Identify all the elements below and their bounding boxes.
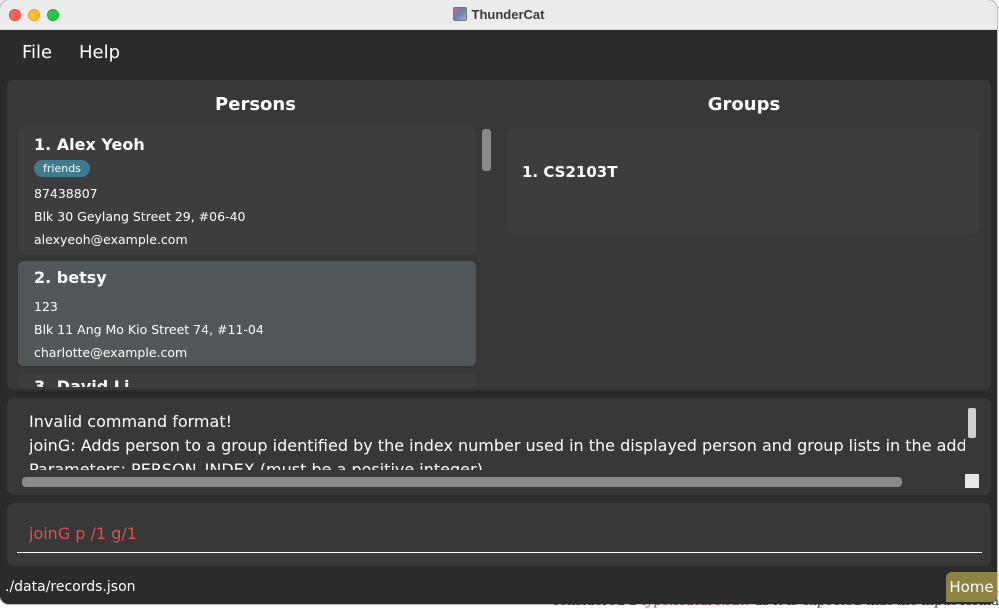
result-line: Parameters: PERSON_INDEX (must be a posi… (29, 460, 483, 470)
menu-file[interactable]: File (22, 42, 52, 63)
person-list[interactable]: 1. Alex Yeoh friends 87438807 Blk 30 Gey… (18, 127, 476, 387)
person-phone: 87438807 (34, 186, 98, 201)
persons-title: Persons (215, 94, 296, 115)
person-name: 3. David Li (34, 377, 130, 387)
result-vertical-scrollbar[interactable] (968, 408, 976, 438)
person-address: Blk 11 Ang Mo Kio Street 74, #11-04 (34, 322, 264, 337)
save-location: ./data/records.json (5, 579, 136, 595)
result-display: Invalid command format! joinG: Adds pers… (7, 398, 991, 495)
home-button[interactable]: Home (946, 572, 997, 602)
result-line: joinG: Adds person to a group identified… (29, 436, 965, 455)
person-name: 2. betsy (34, 268, 107, 287)
app-logo-icon (452, 7, 467, 21)
person-list-scrollbar[interactable] (482, 129, 491, 171)
scroll-corner (965, 474, 979, 488)
person-tag: friends (34, 160, 90, 177)
person-card[interactable]: 3. David Li (18, 373, 476, 387)
person-email: charlotte@example.com (34, 345, 188, 360)
title-bar: ThunderCat (0, 0, 997, 30)
menu-bar: File Help (0, 31, 997, 75)
groups-title: Groups (707, 94, 781, 115)
command-input[interactable] (17, 515, 982, 553)
group-card[interactable]: 1. CS2103T (507, 128, 979, 233)
person-card-selected[interactable]: 2. betsy 123 Blk 11 Ang Mo Kio Street 74… (18, 261, 476, 366)
person-name: 1. Alex Yeoh (34, 135, 145, 154)
command-box (7, 503, 991, 566)
result-horizontal-scrollbar[interactable] (22, 477, 902, 487)
person-card[interactable]: 1. Alex Yeoh friends 87438807 Blk 30 Gey… (18, 127, 476, 254)
app-window: ThunderCat File Help Persons Groups 1. A… (0, 0, 997, 604)
window-title-wrap: ThunderCat (0, 7, 997, 22)
person-phone: 123 (34, 299, 58, 314)
window-title: ThunderCat (471, 7, 545, 22)
person-email: alexyeoh@example.com (34, 232, 188, 247)
result-line: Invalid command format! (29, 412, 233, 431)
result-text: Invalid command format! joinG: Adds pers… (29, 410, 965, 470)
main-panel: Persons Groups 1. Alex Yeoh friends 8743… (7, 80, 991, 390)
menu-help[interactable]: Help (79, 42, 120, 63)
status-bar: ./data/records.json Home (0, 570, 997, 604)
group-name: 1. CS2103T (522, 163, 618, 181)
person-address: Blk 30 Geylang Street 29, #06-40 (34, 209, 246, 224)
